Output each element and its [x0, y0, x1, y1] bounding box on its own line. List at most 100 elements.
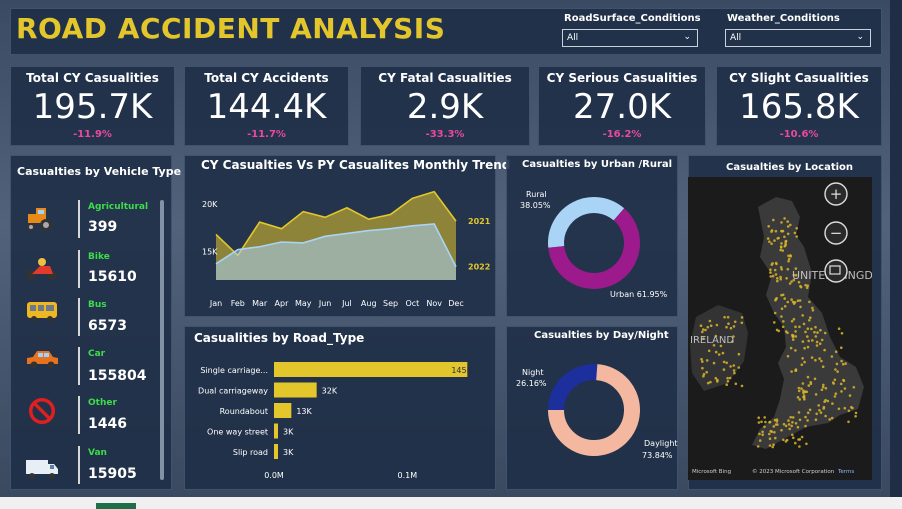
road-type-chart: Single carriage... 145K Dual carriageway 32…	[198, 362, 473, 480]
casualty-dot	[814, 325, 817, 329]
casualty-dot	[798, 325, 801, 329]
casualty-dot	[770, 430, 774, 433]
vehicle-name: Bus	[88, 300, 107, 310]
zoom-out-button[interactable]: −	[824, 221, 848, 245]
slice-value: 73.84%	[642, 451, 673, 460]
kpi-label: CY Fatal Casualities	[378, 71, 512, 85]
road-type-value: 3K	[283, 428, 294, 437]
minus-icon: −	[830, 224, 843, 242]
casualty-dot	[702, 328, 705, 331]
series-label: 2021	[468, 217, 491, 226]
casualty-dot	[737, 366, 741, 369]
casualty-dot	[701, 360, 704, 363]
casualty-dot	[768, 437, 772, 441]
casualty-dot	[717, 353, 721, 356]
casualty-dot	[794, 422, 798, 425]
casualty-dot	[794, 330, 797, 333]
casualty-dot	[818, 409, 821, 412]
casualty-dot	[732, 369, 736, 372]
casualty-dot	[806, 335, 809, 338]
casualty-dot	[770, 263, 774, 266]
map-terms-link[interactable]: Terms	[837, 469, 854, 475]
casualty-dot	[792, 302, 796, 305]
plus-icon: +	[830, 185, 843, 203]
casualty-dot	[760, 420, 763, 424]
day-night-chart: Night 26.16% Daylight 73.84%	[516, 364, 678, 460]
casualty-dot	[740, 316, 744, 319]
casualty-dot	[801, 382, 805, 385]
casualty-dot	[726, 315, 730, 319]
casualty-dot	[810, 327, 813, 331]
active-sheet-tab[interactable]	[96, 503, 136, 509]
casualty-dot	[808, 408, 812, 412]
casualty-dot	[835, 362, 839, 366]
casualty-dot	[813, 330, 816, 334]
casualty-dot	[725, 383, 728, 386]
casualty-dot	[777, 329, 781, 333]
casualty-dot	[796, 299, 800, 302]
road-type-bar	[274, 403, 292, 418]
day-night-title: Casualties by Day/Night	[534, 330, 669, 341]
casualty-dot	[756, 445, 760, 448]
casualty-dot	[771, 274, 775, 278]
select-area-button[interactable]	[824, 259, 848, 283]
casualty-dot	[813, 377, 817, 381]
kpi-card-fatal-casualties: CY Fatal Casualities 2.9K -33.3%	[360, 66, 530, 146]
casualty-dot	[808, 300, 811, 304]
casualty-dot	[804, 330, 807, 334]
vehicle-name: Van	[88, 448, 107, 458]
trend-chart-title: CY Casualties Vs PY Casualites Monthly T…	[201, 158, 511, 172]
casualty-dot	[774, 261, 778, 265]
location-map[interactable]: UNITED KINGDOM IRELAND + − Microsoft Bin…	[688, 177, 872, 480]
casualty-dot	[722, 368, 726, 371]
casualty-dot	[725, 325, 728, 329]
vehicle-separator	[78, 250, 80, 288]
motorbike-icon	[26, 258, 57, 280]
casualty-dot	[768, 420, 772, 424]
casualty-dot	[787, 259, 790, 263]
kpi-delta: -16.2%	[602, 129, 642, 140]
casualty-dot	[740, 384, 744, 388]
weather-dropdown-value: All	[730, 33, 742, 43]
kpi-value: 2.9K	[406, 87, 484, 127]
prohibited-icon	[29, 398, 55, 424]
vehicle-name: Other	[88, 398, 117, 408]
weather-dropdown[interactable]: All ⌄	[725, 29, 871, 47]
casualty-dot	[791, 416, 795, 419]
casualty-dot	[705, 359, 709, 362]
casualty-dot	[815, 412, 818, 416]
casualty-dot	[830, 355, 834, 358]
casualty-dot	[840, 332, 844, 335]
casualty-dot	[805, 442, 808, 446]
casualty-dot	[811, 306, 814, 310]
casualty-dot	[780, 293, 783, 297]
casualty-dot	[804, 424, 807, 428]
casualty-dot	[786, 354, 790, 358]
x-tick-label: 0.1M	[398, 471, 418, 480]
casualty-dot	[796, 425, 800, 429]
x-tick-label: Apr	[275, 299, 290, 308]
casualty-dot	[780, 268, 783, 271]
zoom-in-button[interactable]: +	[824, 182, 848, 206]
kpi-delta: -11.9%	[73, 129, 112, 140]
vehicle-name: Bike	[88, 252, 110, 262]
kpi-card-serious-casualties: CY Serious Casualities 27.0K -16.2%	[538, 66, 706, 146]
casualty-dot	[810, 356, 814, 359]
donut-slice-night	[548, 364, 598, 411]
casualty-dot	[802, 395, 805, 399]
vehicle-scrollbar[interactable]	[160, 200, 164, 480]
casualty-dot	[820, 338, 824, 342]
casualty-dot	[797, 386, 801, 390]
casualty-dot	[837, 407, 841, 411]
casualty-dot	[716, 380, 719, 383]
casualty-dot	[770, 229, 774, 232]
casualty-dot	[785, 277, 788, 280]
casualty-dot	[818, 342, 822, 345]
casualty-dot	[773, 311, 777, 315]
casualty-dot	[701, 330, 704, 334]
casualty-dot	[781, 325, 785, 329]
kpi-delta: -33.3%	[425, 129, 465, 140]
road-surface-dropdown[interactable]: All ⌄	[562, 29, 698, 47]
van-icon	[26, 460, 58, 479]
casualty-dot	[840, 359, 843, 363]
